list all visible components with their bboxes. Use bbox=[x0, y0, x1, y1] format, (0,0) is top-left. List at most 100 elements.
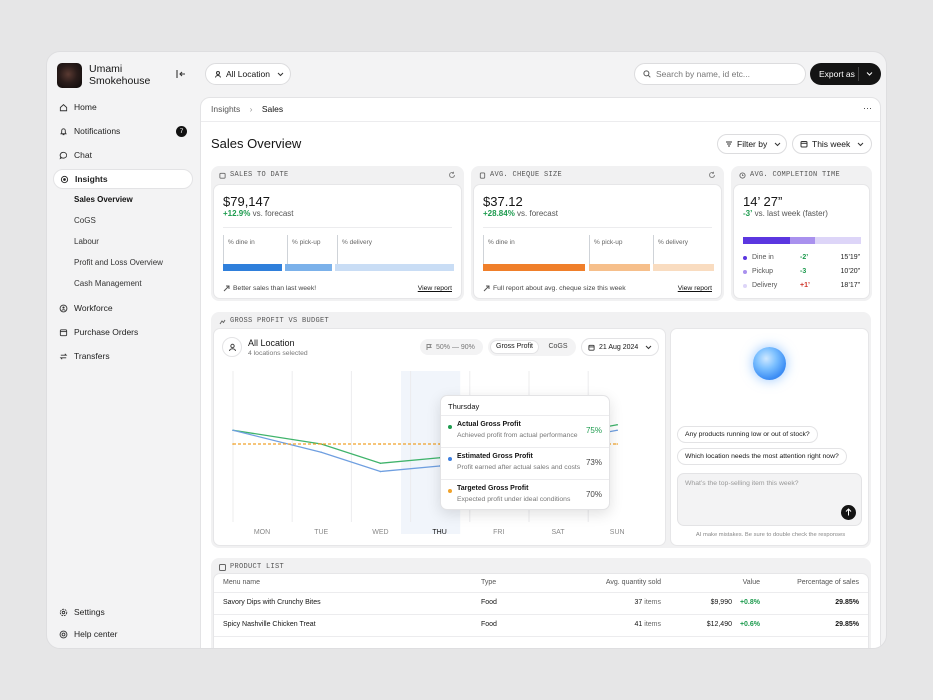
completion-row-pickup: Pickup -3 10’20” bbox=[743, 268, 860, 275]
tooltip-row-actual: Actual Gross Profit Achieved profit from… bbox=[448, 420, 602, 446]
brand-logo bbox=[57, 62, 82, 88]
ai-disclaimer: AI make mistakes. Be sure to double chec… bbox=[695, 532, 846, 538]
sidebar-item-transfers[interactable]: Transfers bbox=[53, 346, 193, 366]
sub-item-sales-overview[interactable]: Sales Overview bbox=[74, 195, 133, 204]
column-header-menu-name[interactable]: Menu name bbox=[223, 579, 260, 586]
tab-cogs[interactable]: CoGS bbox=[542, 340, 574, 354]
date-picker[interactable]: 21 Aug 2024 bbox=[581, 338, 659, 356]
card-heading: SALES TO DATE bbox=[219, 171, 289, 179]
legend-dot bbox=[743, 256, 747, 260]
row-delta: -2’ bbox=[800, 254, 809, 261]
cell-quantity-number: 37 bbox=[634, 599, 643, 606]
sidebar-item-notifications[interactable]: Notifications 7 bbox=[53, 121, 193, 141]
notification-count-badge: 7 bbox=[176, 126, 187, 137]
period-selector[interactable]: This week bbox=[792, 134, 872, 154]
sub-item-labour[interactable]: Labour bbox=[74, 237, 99, 246]
breadcrumb-parent[interactable]: Insights bbox=[211, 104, 240, 114]
breadcrumb-separator-icon: › bbox=[249, 104, 253, 114]
row-label: Pickup bbox=[752, 268, 774, 275]
sidebar-item-label: Settings bbox=[74, 607, 105, 617]
refresh-icon[interactable] bbox=[708, 171, 716, 179]
cell-type: Food bbox=[481, 599, 497, 606]
sidebar-item-purchase-orders[interactable]: Purchase Orders bbox=[53, 322, 193, 342]
tooltip-row-desc: Profit earned after actual sales and cos… bbox=[457, 464, 581, 471]
period-selector-label: This week bbox=[812, 139, 851, 149]
collapse-sidebar-icon[interactable] bbox=[175, 68, 187, 80]
sales-to-date-card: SALES TO DATE $79,147 +12.9% vs. forecas… bbox=[211, 166, 464, 301]
column-header-value[interactable]: Value bbox=[743, 579, 760, 586]
tooltip-row-desc: Achieved profit from actual performance bbox=[457, 432, 578, 439]
export-button[interactable]: Export as bbox=[810, 63, 881, 85]
cell-quantity-unit: items bbox=[644, 599, 661, 606]
column-header-quantity[interactable]: Avg. quantity sold bbox=[606, 579, 661, 586]
card-heading-label: AVG. CHEQUE SIZE bbox=[490, 171, 563, 179]
tab-gross-profit[interactable]: Gross Profit bbox=[490, 340, 539, 354]
location-pin-icon bbox=[215, 71, 221, 78]
location-selector[interactable]: All Location bbox=[205, 63, 291, 85]
send-button[interactable] bbox=[841, 505, 856, 520]
view-report-link[interactable]: View report bbox=[418, 285, 452, 292]
bell-icon bbox=[60, 127, 67, 135]
sub-item-cogs[interactable]: CoGS bbox=[74, 216, 96, 225]
breadcrumb-current: Sales bbox=[261, 104, 284, 114]
pickup-bar bbox=[285, 264, 332, 271]
sidebar-item-label: Workforce bbox=[74, 303, 113, 313]
export-button-label: Export as bbox=[819, 69, 855, 79]
data-point bbox=[379, 470, 382, 473]
sidebar-item-help-center[interactable]: Help center bbox=[53, 624, 193, 644]
sidebar-item-workforce[interactable]: Workforce bbox=[53, 298, 193, 318]
product-table: Menu name Type Avg. quantity sold Value … bbox=[213, 573, 869, 648]
section-heading-label: GROSS PROFIT VS BUDGET bbox=[230, 317, 330, 325]
chart-tooltip: Thursday Actual Gross Profit Achieved pr… bbox=[440, 395, 610, 510]
tooltip-row-name: Targeted Gross Profit bbox=[457, 485, 529, 492]
sidebar-item-label: Transfers bbox=[74, 351, 110, 361]
chevron-down-icon bbox=[645, 345, 652, 349]
column-header-type[interactable]: Type bbox=[481, 579, 496, 586]
tooltip-divider bbox=[441, 415, 609, 416]
workforce-icon bbox=[59, 304, 68, 312]
delivery-bar bbox=[335, 264, 454, 271]
tooltip-row-pct: 70% bbox=[585, 490, 602, 499]
more-options-icon[interactable]: ··· bbox=[863, 103, 872, 113]
pickup-bar bbox=[790, 237, 815, 244]
sidebar-item-home[interactable]: Home bbox=[53, 97, 193, 117]
row-delta: -3 bbox=[800, 268, 807, 275]
sidebar-item-insights[interactable]: Insights bbox=[53, 169, 193, 189]
x-tick-label: MON bbox=[254, 529, 270, 536]
sidebar-item-chat[interactable]: Chat bbox=[53, 145, 193, 165]
receipt-icon bbox=[479, 171, 486, 179]
divider bbox=[483, 227, 712, 228]
cell-quantity-number: 41 bbox=[634, 621, 643, 628]
ai-suggestion[interactable]: Any products running low or out of stock… bbox=[677, 426, 818, 443]
completion-row-delivery: Delivery +1’ 18’17” bbox=[743, 282, 860, 289]
x-tick-label: WED bbox=[372, 529, 388, 536]
sales-delta-value: +12.9% bbox=[223, 209, 251, 218]
tooltip-row-targeted: Targeted Gross Profit Expected profit un… bbox=[448, 484, 602, 510]
ai-prompt-input[interactable]: What’s the top-selling item this week? bbox=[677, 473, 862, 526]
refresh-icon[interactable] bbox=[448, 171, 456, 179]
tooltip-row-name: Actual Gross Profit bbox=[457, 421, 521, 428]
cell-type: Food bbox=[481, 621, 497, 628]
export-divider bbox=[858, 67, 859, 81]
chevron-down-icon[interactable] bbox=[866, 71, 873, 77]
sidebar-item-settings[interactable]: Settings bbox=[53, 602, 193, 622]
sidebar-item-label: Chat bbox=[74, 150, 92, 160]
legend-dot bbox=[448, 489, 452, 493]
tooltip-row-name: Estimated Gross Profit bbox=[457, 453, 533, 460]
data-point bbox=[616, 429, 618, 432]
row-time: 10’20” bbox=[840, 268, 860, 275]
table-divider bbox=[214, 592, 868, 593]
ai-suggestion[interactable]: Which location needs the most attention … bbox=[677, 448, 847, 465]
filter-button[interactable]: Filter by bbox=[717, 134, 787, 154]
search-input[interactable]: Search by name, id etc... bbox=[634, 63, 806, 85]
cheque-value: $37.12 bbox=[483, 194, 523, 209]
view-report-link[interactable]: View report bbox=[678, 285, 712, 292]
data-point bbox=[616, 423, 618, 426]
range-badge[interactable]: 50% — 90% bbox=[420, 339, 483, 355]
completion-delta: -3’ vs. last week (faster) bbox=[743, 209, 828, 218]
column-header-percentage[interactable]: Percentage of sales bbox=[797, 579, 859, 586]
cell-percentage: 29.85% bbox=[835, 599, 859, 606]
sub-item-cash-management[interactable]: Cash Management bbox=[74, 279, 142, 288]
x-tick-label: THU bbox=[432, 529, 446, 536]
sub-item-profit-loss[interactable]: Profit and Loss Overview bbox=[74, 258, 163, 267]
